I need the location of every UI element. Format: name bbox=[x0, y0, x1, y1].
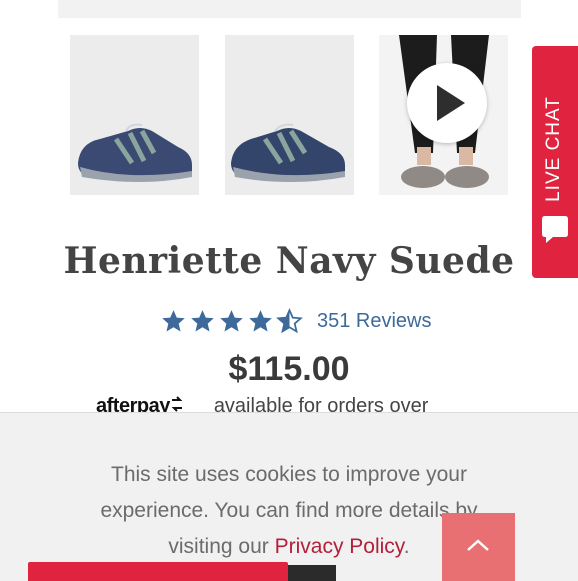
star-full-icon bbox=[247, 308, 274, 334]
shoe-image bbox=[231, 123, 345, 182]
decline-cookies-button[interactable] bbox=[288, 565, 336, 581]
cookie-message-suffix: . bbox=[403, 535, 410, 558]
star-full-icon bbox=[218, 308, 245, 334]
gallery-thumb-video[interactable] bbox=[379, 35, 508, 195]
reviews-link[interactable]: 351 Reviews bbox=[317, 310, 432, 333]
live-chat-button[interactable]: LIVE CHAT bbox=[532, 46, 578, 278]
star-full-icon bbox=[160, 308, 187, 334]
gallery-thumb-2[interactable] bbox=[225, 35, 354, 195]
product-price: $115.00 bbox=[228, 350, 350, 388]
scroll-to-top-button[interactable] bbox=[442, 513, 515, 581]
chat-bubble-icon bbox=[542, 216, 568, 243]
star-half-icon bbox=[276, 308, 303, 334]
gallery-thumb-1[interactable] bbox=[70, 35, 199, 195]
star-full-icon bbox=[189, 308, 216, 334]
play-button[interactable] bbox=[407, 63, 487, 143]
rating-row[interactable]: 351 Reviews bbox=[160, 306, 432, 336]
top-bar bbox=[58, 0, 521, 18]
play-icon bbox=[437, 85, 465, 121]
privacy-policy-link[interactable]: Privacy Policy bbox=[275, 535, 404, 558]
chevron-up-icon bbox=[467, 539, 489, 551]
live-chat-label: LIVE CHAT bbox=[543, 96, 564, 202]
rating-stars bbox=[160, 308, 303, 334]
accept-cookies-button[interactable] bbox=[28, 562, 288, 581]
shoe-image bbox=[78, 123, 192, 182]
cookie-banner: This site uses cookies to improve your e… bbox=[0, 412, 578, 581]
product-title: Henriette Navy Suede bbox=[63, 240, 515, 282]
